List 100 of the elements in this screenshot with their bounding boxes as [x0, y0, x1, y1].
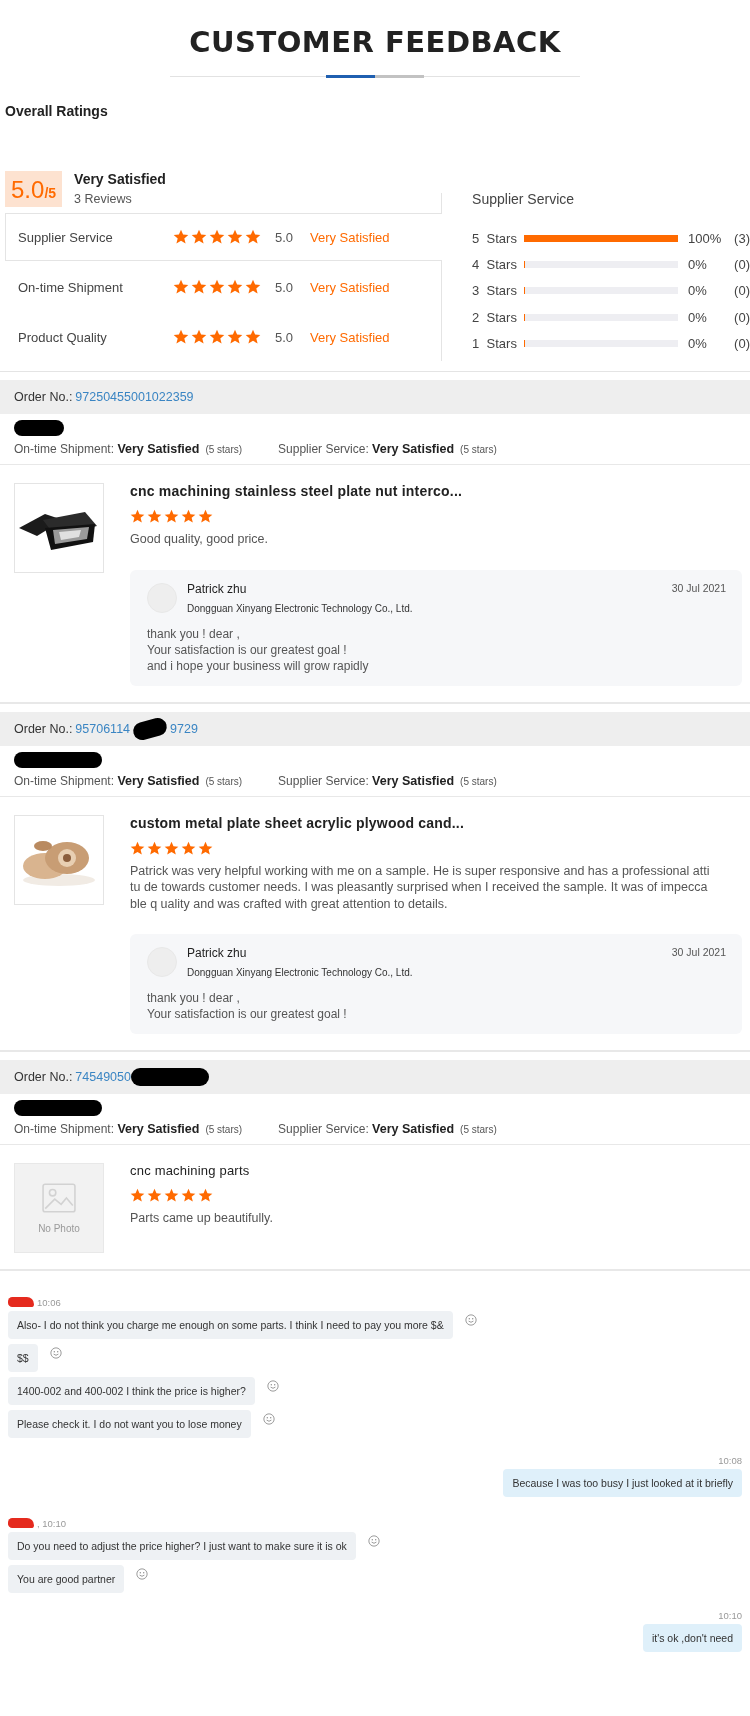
message-bubble: Also- I do not think you charge me enough on some parts. I think I need to pay you more $&	[8, 1311, 453, 1339]
message-time: , 10:10	[37, 1517, 67, 1529]
star-icon	[227, 229, 243, 245]
message-bubble: Because I was too busy I just looked at it briefly	[503, 1469, 742, 1497]
percent-label: 0%	[688, 283, 708, 299]
overall-verdict: Very Satisfied	[74, 171, 166, 187]
star-level-label: 1 Stars	[472, 335, 518, 351]
message-time: 10:06	[37, 1296, 61, 1308]
reply-text: thank you ! dear ,	[147, 990, 241, 1006]
message-time: 10:10	[718, 1609, 742, 1621]
smiley-icon[interactable]	[136, 1568, 149, 1580]
reply-text: Your satisfaction is our greatest goal !	[147, 1006, 348, 1022]
reply-date: 30 Jul 2021	[671, 946, 726, 958]
star-icon	[198, 1188, 213, 1203]
company-name: Dongguan Xinyang Electronic Technology Co., Ltd.	[187, 602, 414, 614]
smiley-icon[interactable]	[266, 1380, 279, 1392]
page-title: CUSTOMER FEEDBACK	[188, 24, 562, 61]
product-title[interactable]: cnc machining stainless steel plate nut interco...	[130, 483, 742, 499]
message-bubble: Do you need to adjust the price higher? I just want to make sure it is ok	[8, 1532, 356, 1560]
star-icon	[181, 509, 196, 524]
star-icon	[191, 279, 207, 295]
star-level-label: 2 Stars	[472, 309, 518, 325]
score-badge: 5.0/5	[5, 171, 63, 207]
star-icon	[164, 1188, 179, 1203]
star-icon	[147, 509, 162, 524]
star-icon	[191, 329, 207, 345]
star-icon	[164, 509, 179, 524]
company-name: Dongguan Xinyang Electronic Technology Co., Ltd.	[187, 967, 414, 978]
rating-summary: Supplier Service: Very Satisfied (5 stars)	[278, 1122, 497, 1136]
star-icon	[227, 279, 243, 295]
percent-label: 0%	[688, 309, 708, 325]
star-icon	[130, 840, 145, 856]
percent-label: 0%	[688, 256, 708, 272]
star-icon	[173, 279, 189, 295]
reply-date: 30 Jul 2021	[671, 581, 726, 594]
star-icon	[164, 840, 179, 856]
review-comment: Parts came up beautifully.	[130, 1210, 274, 1227]
section-heading: Overall Ratings	[5, 103, 109, 119]
smiley-icon[interactable]	[367, 1535, 380, 1547]
star-icon	[198, 840, 213, 856]
count-label: (0)	[734, 335, 750, 351]
reply-author: Patrick zhu	[187, 946, 248, 960]
count-label: (3)	[734, 230, 750, 246]
star-icon	[191, 229, 207, 245]
rating-summary: On-time Shipment: Very Satisfied (5 stars)	[14, 442, 243, 456]
star-icon	[173, 329, 189, 345]
rating-summary: On-time Shipment: Very Satisfied (5 stars)	[14, 773, 243, 788]
star-icon	[245, 279, 261, 295]
product-title[interactable]: cnc machining parts	[130, 1163, 742, 1178]
rating-summary: Supplier Service: Very Satisfied (5 stars)	[278, 442, 497, 456]
star-icon	[245, 329, 261, 345]
rating-summary: Supplier Service: Very Satisfied (5 stars)	[278, 773, 497, 788]
star-icon	[130, 509, 145, 524]
star-level-label: 3 Stars	[472, 283, 518, 299]
order-label: Order No.:	[14, 721, 73, 736]
star-level-label: 4 Stars	[472, 256, 518, 272]
star-icon	[147, 840, 162, 856]
message-time: 10:08	[718, 1454, 742, 1466]
rating-row[interactable]: Product Quality 5.0 Very Satisfied	[5, 313, 442, 361]
order-label: Order No.:	[14, 390, 73, 404]
star-icon	[130, 1188, 145, 1203]
star-icon	[181, 1188, 196, 1203]
smiley-icon[interactable]	[464, 1314, 477, 1326]
review-comment: Good quality, good price.	[130, 531, 270, 548]
smiley-icon[interactable]	[262, 1413, 275, 1425]
rating-row[interactable]: On-time Shipment 5.0 Very Satisfied	[5, 263, 442, 311]
star-icon	[227, 329, 243, 345]
star-icon	[147, 1188, 162, 1203]
rating-row[interactable]: Supplier Service 5.0 Very Satisfied	[5, 213, 443, 261]
reply-author: Patrick zhu	[187, 581, 248, 596]
percent-label: 0%	[688, 335, 708, 351]
no-photo-label: No Photo	[38, 1222, 80, 1234]
message-bubble: it's ok ,don't need	[642, 1624, 742, 1652]
star-icon	[209, 329, 225, 345]
review-comment: Patrick was very helpful working with me on a sample. He is super responsive and has a professional attitu de towards customer needs. I was pleasantly surprised when I received the sample. It was of impeccable q uality and was crafted with great attention to details.	[130, 862, 711, 912]
message-bubble: You are good partner	[8, 1565, 125, 1593]
star-icon	[209, 279, 225, 295]
order-number[interactable]: 97250455001022359	[75, 390, 194, 404]
smiley-icon[interactable]	[49, 1347, 62, 1359]
order-number[interactable]: 9729	[170, 721, 198, 736]
star-icon	[173, 229, 189, 245]
order-number[interactable]: 74549050	[75, 1070, 131, 1084]
message-bubble: $$	[8, 1344, 38, 1372]
star-icon	[181, 840, 196, 856]
breakdown-title: Supplier Service	[472, 191, 576, 207]
count-label: (0)	[734, 283, 750, 299]
message-bubble: 1400-002 and 400-002 I think the price is higher?	[8, 1377, 255, 1405]
count-label: (0)	[734, 256, 750, 272]
message-bubble: Please check it. I do not want you to lose money	[8, 1410, 251, 1438]
review-count: 3 Reviews	[74, 192, 133, 206]
order-number[interactable]: 95706114	[75, 721, 131, 736]
star-icon	[198, 509, 213, 524]
percent-label: 100%	[688, 230, 723, 246]
reply-text: and i hope your business will grow rapidly	[147, 657, 370, 674]
count-label: (0)	[734, 309, 750, 325]
star-icon	[209, 229, 225, 245]
product-title[interactable]: custom metal plate sheet acrylic plywood cand...	[130, 814, 742, 831]
star-level-label: 5 Stars	[472, 230, 518, 246]
order-label: Order No.:	[14, 1070, 73, 1084]
image-placeholder-icon	[42, 1182, 76, 1213]
